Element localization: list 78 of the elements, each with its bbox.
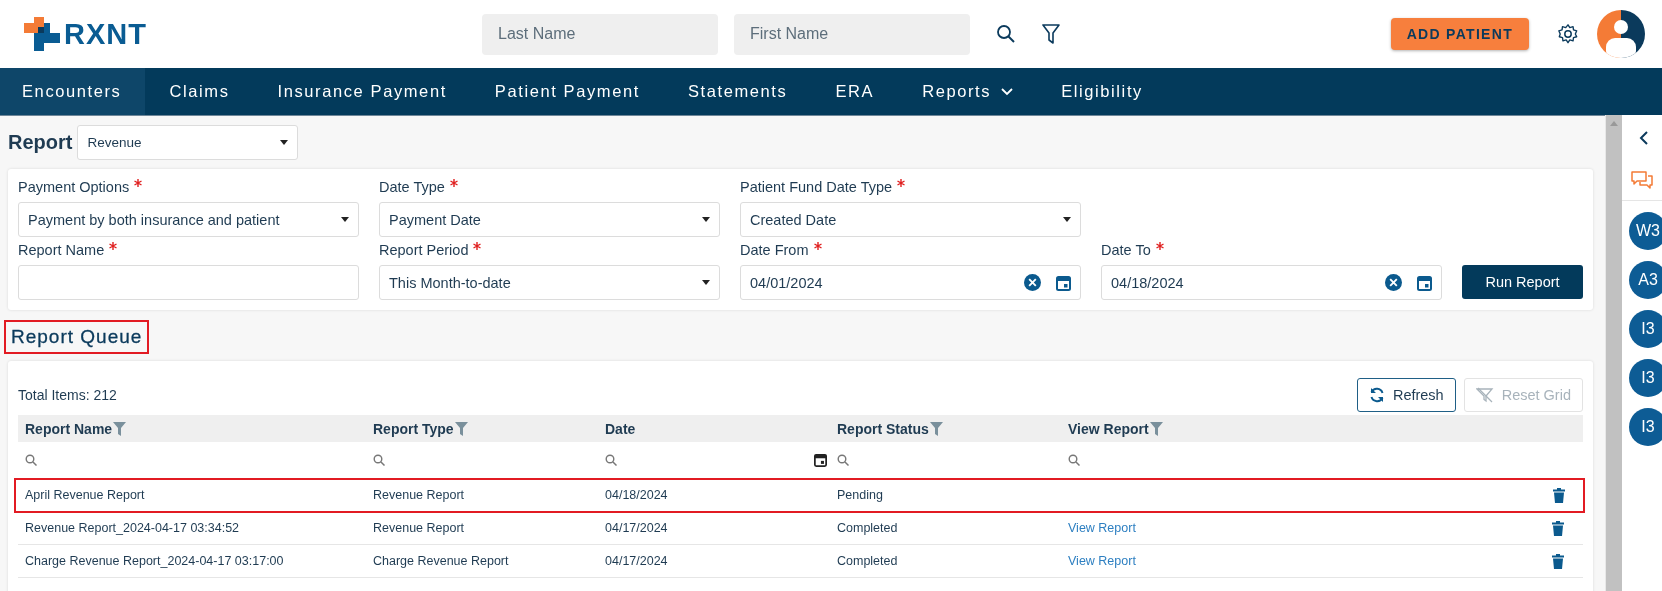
nav-tab[interactable]: Patient Payment <box>470 68 664 115</box>
date-field[interactable]: 04/18/2024 <box>1101 265 1442 300</box>
field-label: Date To <box>1101 242 1151 258</box>
refresh-button[interactable]: Refresh <box>1356 378 1456 412</box>
logo-cross-icon <box>24 17 60 51</box>
nav-tab[interactable]: Encounters <box>0 68 146 115</box>
avatar-icon[interactable] <box>1597 10 1645 58</box>
user-badge[interactable]: I3 <box>1629 408 1662 446</box>
table-cell: Revenue Report <box>373 521 465 535</box>
chat-icon[interactable] <box>1630 170 1654 192</box>
report-label: Report <box>8 131 73 154</box>
nav-tab[interactable]: Insurance Payment <box>253 68 471 115</box>
nav-tab[interactable]: Reports <box>898 68 1038 115</box>
calendar-icon[interactable] <box>1417 274 1432 291</box>
column-header[interactable]: Report Type <box>373 420 454 437</box>
column-header[interactable]: Report Status <box>837 420 929 437</box>
report-name-field[interactable] <box>18 265 359 300</box>
dropdown-field[interactable]: This Month-to-date <box>379 265 720 300</box>
user-badge[interactable]: W3 <box>1629 212 1662 250</box>
dropdown-field[interactable]: Created Date <box>740 202 1081 237</box>
search-field[interactable]: Last Name <box>482 13 718 55</box>
table-cell: 04/17/2024 <box>605 554 668 568</box>
view-report-link[interactable]: View Report <box>1068 554 1136 568</box>
field-label: Date From <box>740 242 809 258</box>
table-row[interactable]: April Revenue Report Revenue Report 04/18/2024 Pending <box>15 479 1584 512</box>
table-cell: Charge Revenue Report <box>373 554 509 568</box>
delete-icon[interactable] <box>1553 487 1565 503</box>
date-field[interactable]: 04/01/2024 <box>740 265 1081 300</box>
clear-icon[interactable] <box>1024 274 1041 291</box>
dropdown-field[interactable]: Payment by both insurance and patient <box>18 202 359 237</box>
table-cell: Completed <box>837 521 898 535</box>
total-items-count: Total Items: 212 <box>18 387 117 403</box>
table-cell: Charge Revenue Report_2024-04-17 03:17:00 <box>25 554 284 568</box>
field-label: Payment Options <box>18 179 130 195</box>
report-queue-heading: Report Queue <box>4 320 150 354</box>
run-report-button[interactable]: Run Report <box>1462 265 1583 299</box>
logo-text: RXNT <box>64 17 147 51</box>
search-field[interactable]: First Name <box>734 13 970 55</box>
clear-icon[interactable] <box>1385 274 1402 291</box>
filter-icon[interactable] <box>1042 23 1060 45</box>
field-label: Date Type <box>379 179 445 195</box>
table-row[interactable]: Charge Revenue Report_2024-04-17 03:17:00 Charge Revenue Report 04/17/2024 Completed View Report <box>18 545 1583 578</box>
user-badge[interactable]: A3 <box>1629 261 1662 299</box>
calendar-icon[interactable] <box>814 453 827 467</box>
refresh-icon <box>1368 387 1385 403</box>
table-cell: Completed <box>837 554 898 568</box>
user-badge[interactable]: I3 <box>1629 310 1662 348</box>
nav-tab[interactable]: Eligibility <box>1037 68 1167 115</box>
filter-off-icon <box>1475 387 1494 403</box>
scrollbar[interactable] <box>1605 115 1622 591</box>
settings-icon[interactable] <box>1557 23 1579 45</box>
column-header[interactable]: Date <box>605 420 636 437</box>
delete-icon[interactable] <box>1552 520 1564 536</box>
chevron-down-icon <box>1001 87 1014 96</box>
delete-icon[interactable] <box>1552 553 1564 569</box>
calendar-icon[interactable] <box>1056 274 1071 291</box>
table-cell: Pending <box>837 488 883 502</box>
field-label: Report Period <box>379 242 469 258</box>
collapse-icon[interactable] <box>1639 131 1649 145</box>
view-report-link[interactable]: View Report <box>1068 521 1136 535</box>
add-patient-button[interactable]: ADD PATIENT <box>1390 18 1529 50</box>
search-icon[interactable] <box>996 24 1016 44</box>
table-row[interactable]: Revenue Report_2024-04-17 03:34:52 Revenue Report 04/17/2024 Completed View Report <box>18 512 1583 545</box>
nav-tab[interactable]: Claims <box>145 68 254 115</box>
table-cell: 04/17/2024 <box>605 521 668 535</box>
column-header[interactable]: Report Name <box>25 420 113 437</box>
dropdown-field[interactable]: Payment Date <box>379 202 720 237</box>
column-header[interactable]: View Report <box>1068 420 1149 437</box>
table-cell: Revenue Report <box>373 488 465 502</box>
field-label: Report Name <box>18 242 105 258</box>
nav-tab[interactable]: ERA <box>811 68 899 115</box>
user-badge[interactable]: I3 <box>1629 359 1662 397</box>
field-label: Patient Fund Date Type <box>740 179 893 195</box>
report-dropdown[interactable]: Revenue <box>77 125 299 160</box>
table-cell: Revenue Report_2024-04-17 03:34:52 <box>25 521 240 535</box>
table-cell: 04/18/2024 <box>605 488 668 502</box>
nav-tab[interactable]: Statements <box>663 68 812 115</box>
table-cell: April Revenue Report <box>25 488 145 502</box>
